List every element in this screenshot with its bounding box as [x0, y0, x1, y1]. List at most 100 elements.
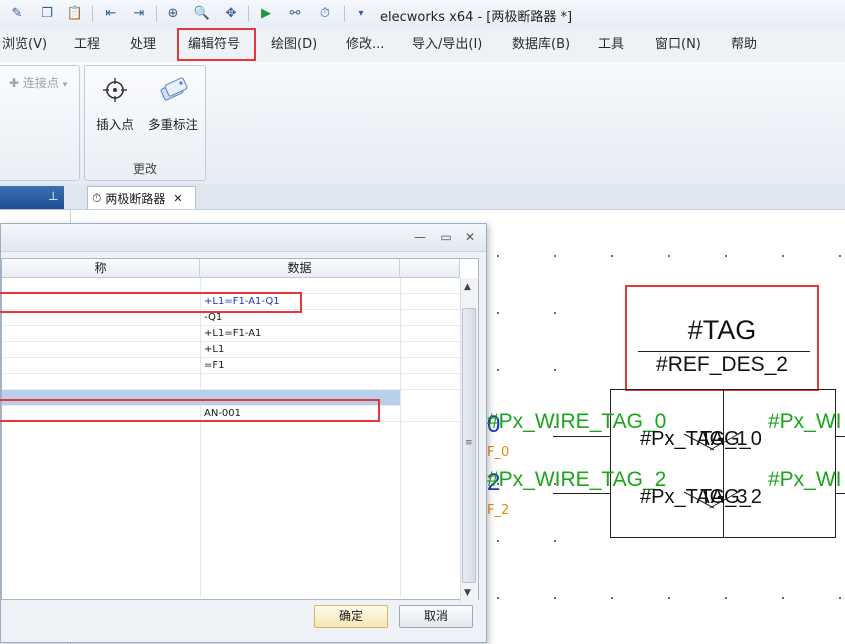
column-header-empty	[400, 259, 460, 278]
copy-icon[interactable]: ❐	[38, 4, 56, 22]
grid-dot	[554, 255, 556, 257]
grid-dot	[554, 369, 556, 371]
close-icon[interactable]: ✕	[173, 192, 182, 205]
column-header-name[interactable]: 称	[2, 259, 200, 278]
minimize-icon[interactable]: —	[412, 229, 428, 245]
data-cell[interactable]: +L1=F1-A1	[204, 326, 261, 341]
menu-bar: 浏览(V) 工程 处理 编辑符号 绘图(D) 修改... 导入/导出(I) 数据…	[0, 28, 845, 63]
zoom-window-icon[interactable]: ⊕	[164, 4, 182, 22]
grid-dot	[497, 540, 499, 542]
menu-tools[interactable]: 工具	[598, 28, 624, 62]
ribbon-group-connect: ✚ 连接点 ▾	[0, 65, 80, 181]
connect-point-icon: ✚	[9, 76, 20, 90]
grid-dot	[497, 369, 499, 371]
wire-tag-right-0[interactable]: #Px_WI	[768, 410, 842, 434]
tags-icon	[155, 72, 191, 108]
dialog-titlebar: — ▭ ✕	[1, 224, 486, 252]
undo-icon[interactable]: ⇤	[102, 4, 120, 22]
menu-window[interactable]: 窗口(N)	[655, 28, 701, 62]
grip-icon: ≡	[465, 438, 473, 448]
play-icon[interactable]: ▶	[257, 4, 275, 22]
data-cell[interactable]: =F1	[204, 358, 225, 373]
grid-dot	[668, 597, 670, 599]
stopwatch-icon[interactable]: ⏱	[316, 4, 334, 22]
connect-point-button[interactable]: ✚ 连接点 ▾	[9, 74, 67, 91]
zoom-icon[interactable]: 🔍	[193, 4, 211, 22]
chevron-down-icon: ▾	[62, 80, 68, 90]
tag-attribute[interactable]: #TAG	[625, 315, 819, 346]
wire-line	[836, 436, 845, 437]
table-row[interactable]	[2, 374, 460, 390]
menu-process[interactable]: 处理	[130, 28, 156, 62]
grid-dot	[725, 597, 727, 599]
customize-dropdown-icon[interactable]: ▾	[352, 4, 370, 22]
menu-help[interactable]: 帮助	[731, 28, 757, 62]
insert-point-label: 插入点	[96, 117, 134, 132]
tab-label: 两极断路器	[105, 191, 166, 206]
symbol-icon: ⏱	[92, 190, 102, 205]
vertical-scrollbar[interactable]: ▲ ≡ ▼	[460, 278, 478, 603]
menu-modify[interactable]: 修改...	[346, 28, 384, 62]
toolbar-separator	[156, 6, 157, 22]
column-header-data[interactable]: 数据	[200, 259, 400, 278]
menu-database[interactable]: 数据库(B)	[512, 28, 570, 62]
menu-project[interactable]: 工程	[74, 28, 100, 62]
wire-tag-right-2[interactable]: #Px_WI	[768, 468, 842, 492]
grid-dot	[554, 312, 556, 314]
grid-dot	[611, 255, 613, 257]
pin-icon[interactable]: ⊥	[48, 189, 58, 203]
menu-import-export[interactable]: 导入/导出(I)	[412, 28, 482, 62]
table-row[interactable]: +L1	[2, 342, 460, 358]
grid-dot	[497, 312, 499, 314]
ribbon-group-label: 更改	[132, 162, 157, 176]
toolbar-separator	[92, 6, 93, 22]
data-cell[interactable]: +L1	[204, 342, 224, 357]
pan-icon[interactable]: ✥	[222, 4, 240, 22]
grid-dot	[497, 255, 499, 257]
toolbar-separator	[248, 6, 249, 22]
grid-dot	[839, 597, 841, 599]
scroll-down-icon[interactable]: ▼	[464, 588, 471, 598]
maximize-icon[interactable]: ▭	[438, 229, 454, 245]
table-row[interactable]: =F1	[2, 358, 460, 374]
cancel-button[interactable]: 取消	[399, 605, 473, 628]
multi-tag-label: 多重标注	[147, 117, 198, 132]
function-tag-0: F_0	[487, 445, 510, 460]
title-bar: ✎ ❐ 📋 ⇤ ⇥ ⊕ 🔍 ✥ ▶ ⚯ ⏱ ▾ elecworks x64 - …	[0, 0, 845, 29]
tag-underline	[638, 351, 810, 352]
redo-icon[interactable]: ⇥	[130, 4, 148, 22]
close-icon[interactable]: ✕	[462, 229, 478, 245]
ok-button[interactable]: 确定	[314, 605, 388, 628]
wire-line	[836, 493, 845, 494]
attribute-grid[interactable]: 称 数据 +L1=F1-A1-Q1 -Q1 +L1=F1-A1 +L1 =F1 …	[0, 258, 479, 603]
grid-dot	[839, 255, 841, 257]
grid-dot	[554, 597, 556, 599]
attribute-dialog: — ▭ ✕ 称 数据 +L1=F1-A1-Q1 -Q1 +L1=F1-A1 +L…	[0, 223, 487, 643]
highlight-box	[0, 399, 380, 422]
scroll-up-icon[interactable]: ▲	[464, 282, 471, 292]
menu-draw[interactable]: 绘图(D)	[271, 28, 317, 62]
grid-dot	[611, 597, 613, 599]
window-title: elecworks x64 - [两极断路器 *]	[380, 10, 573, 25]
ribbon: ✚ 连接点 ▾ 插入点 多重标注 更改	[0, 62, 845, 185]
paste-icon[interactable]: 📋	[66, 4, 84, 22]
ref-des-attribute[interactable]: #REF_DES_2	[625, 353, 819, 377]
pen-icon[interactable]: ✎	[8, 4, 26, 22]
grid-dot	[782, 597, 784, 599]
wire-line	[553, 436, 610, 437]
grid-dot	[668, 255, 670, 257]
insert-point-button[interactable]: 插入点	[85, 72, 145, 133]
binoculars-icon[interactable]: ⚯	[286, 4, 304, 22]
connect-point-label: 连接点	[22, 76, 59, 90]
ribbon-group-change: 插入点 多重标注 更改	[84, 65, 206, 181]
grid-dot	[725, 255, 727, 257]
multi-tag-button[interactable]: 多重标注	[143, 72, 203, 133]
tab-two-pole-breaker[interactable]: ⏱ 两极断路器 ✕	[87, 186, 196, 209]
wire-line	[553, 493, 610, 494]
toolbar-separator	[344, 6, 345, 22]
table-row[interactable]: +L1=F1-A1	[2, 326, 460, 342]
crosshair-icon	[97, 72, 133, 108]
function-tag-2: F_2	[487, 503, 510, 518]
menu-browse[interactable]: 浏览(V)	[2, 28, 47, 62]
grid-dot	[497, 597, 499, 599]
